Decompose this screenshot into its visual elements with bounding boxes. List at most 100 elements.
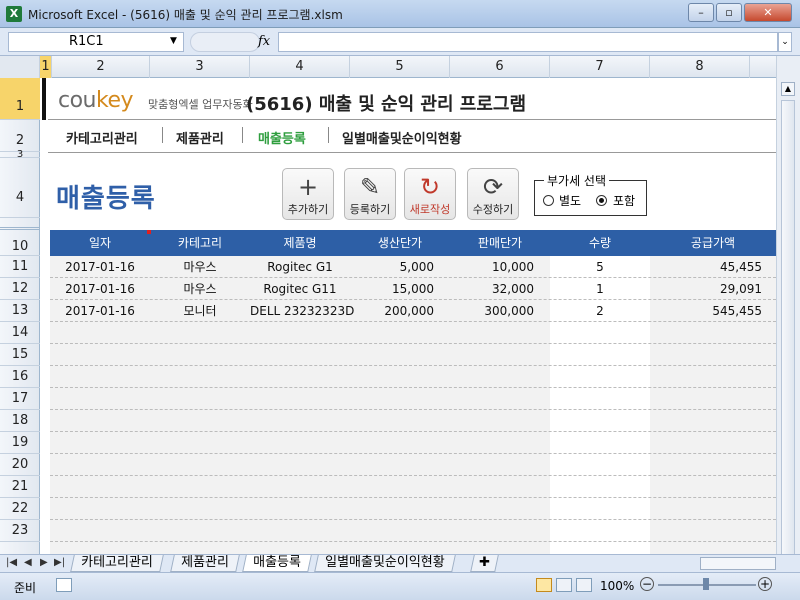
macro-record-icon[interactable] — [56, 578, 72, 592]
cell-supply[interactable]: 45,455 — [650, 256, 762, 278]
sheet-tab-daily[interactable]: 일별매출및순이익현황 — [314, 555, 456, 572]
nav-daily-report[interactable]: 일별매출및순이익현황 — [342, 128, 462, 147]
cell-date[interactable]: 2017-01-16 — [50, 256, 150, 278]
expand-formula-icon[interactable]: ⌄ — [778, 32, 792, 52]
vat-separate-radio[interactable] — [543, 195, 554, 206]
row-header[interactable]: 2 — [0, 120, 40, 152]
row-header[interactable]: 11 — [0, 256, 40, 278]
table-row[interactable] — [50, 322, 776, 344]
sheet-tab-category[interactable]: 카테고리관리 — [70, 555, 164, 572]
table-row[interactable] — [50, 344, 776, 366]
column-header[interactable]: 6 — [450, 56, 550, 78]
prev-sheet-icon[interactable]: ◀ — [24, 557, 32, 568]
formula-input[interactable] — [278, 32, 778, 52]
row-header[interactable]: 15 — [0, 344, 40, 366]
table-row[interactable]: 2017-01-16 마우스 Rogitec G1 5,000 10,000 5… — [50, 256, 776, 278]
cell-qty[interactable]: 1 — [550, 278, 650, 300]
restore-button[interactable]: ▫ — [716, 3, 742, 22]
vat-include-radio[interactable] — [596, 195, 607, 206]
row-header[interactable]: 19 — [0, 432, 40, 454]
sheet-tab-product[interactable]: 제품관리 — [170, 555, 240, 572]
row-header[interactable]: 12 — [0, 278, 40, 300]
row-header[interactable]: 22 — [0, 498, 40, 520]
vat-separate-label[interactable]: 별도 — [559, 192, 581, 209]
nav-product[interactable]: 제품관리 — [176, 128, 224, 147]
first-sheet-icon[interactable]: |◀ — [6, 557, 17, 568]
column-header[interactable]: 2 — [52, 56, 150, 78]
cell-cost[interactable]: 15,000 — [350, 278, 434, 300]
row-header[interactable]: 16 — [0, 366, 40, 388]
row-header[interactable]: 21 — [0, 476, 40, 498]
row-header[interactable]: 17 — [0, 388, 40, 410]
register-button[interactable]: ✎ 등록하기 — [344, 168, 396, 220]
nav-category[interactable]: 카테고리관리 — [66, 128, 138, 147]
add-button[interactable]: + 추가하기 — [282, 168, 334, 220]
cell-category[interactable]: 마우스 — [150, 256, 250, 278]
row-header[interactable]: 23 — [0, 520, 40, 542]
cell-product[interactable]: Rogitec G1 — [250, 256, 350, 278]
cell-product[interactable]: Rogitec G11 — [250, 278, 350, 300]
new-button[interactable]: ↻ 새로작성 — [404, 168, 456, 220]
cell-supply[interactable]: 29,091 — [650, 278, 762, 300]
page-break-icon[interactable] — [576, 578, 592, 592]
column-header[interactable]: 8 — [650, 56, 750, 78]
cell-cost[interactable]: 200,000 — [350, 300, 434, 322]
row-header[interactable]: 14 — [0, 322, 40, 344]
row-header[interactable]: 20 — [0, 454, 40, 476]
cell-date[interactable]: 2017-01-16 — [50, 300, 150, 322]
close-button[interactable]: ✕ — [744, 3, 792, 22]
last-sheet-icon[interactable]: ▶| — [54, 557, 65, 568]
row-header[interactable]: 4 — [0, 158, 40, 218]
selected-cell[interactable] — [42, 78, 46, 120]
cell-qty[interactable]: 2 — [550, 300, 650, 322]
cell-price[interactable]: 32,000 — [450, 278, 534, 300]
modify-button[interactable]: ⟳ 수정하기 — [467, 168, 519, 220]
chevron-down-icon[interactable]: ▼ — [170, 36, 177, 46]
excel-app-icon[interactable]: X — [6, 6, 22, 22]
normal-view-icon[interactable] — [536, 578, 552, 592]
cell-category[interactable]: 마우스 — [150, 278, 250, 300]
select-all-corner[interactable] — [0, 56, 40, 78]
table-row[interactable] — [50, 432, 776, 454]
zoom-slider-handle[interactable] — [703, 578, 709, 590]
table-row[interactable] — [50, 454, 776, 476]
page-layout-icon[interactable] — [556, 578, 572, 592]
horizontal-scrollbar[interactable] — [700, 557, 776, 570]
row-header[interactable]: 10 — [0, 230, 40, 256]
vertical-scrollbar[interactable]: ▲ — [776, 56, 800, 560]
next-sheet-icon[interactable]: ▶ — [40, 557, 48, 568]
table-row[interactable]: 2017-01-16 모니터 DELL 23232323D 200,000 30… — [50, 300, 776, 322]
row-header[interactable]: 13 — [0, 300, 40, 322]
nav-sales-register[interactable]: 매출등록 — [258, 128, 306, 147]
row-header[interactable]: 1 — [0, 78, 40, 120]
column-header[interactable]: 1 — [40, 56, 52, 78]
cell-price[interactable]: 10,000 — [450, 256, 534, 278]
table-row[interactable]: 2017-01-16 마우스 Rogitec G11 15,000 32,000… — [50, 278, 776, 300]
table-row[interactable] — [50, 476, 776, 498]
column-header[interactable]: 3 — [150, 56, 250, 78]
row-header[interactable]: 18 — [0, 410, 40, 432]
insert-function-icon[interactable]: fx — [258, 34, 270, 49]
table-row[interactable] — [50, 498, 776, 520]
minimize-button[interactable]: – — [688, 3, 714, 22]
table-row[interactable] — [50, 366, 776, 388]
zoom-in-icon[interactable]: + — [758, 577, 772, 591]
column-header[interactable]: 4 — [250, 56, 350, 78]
name-box[interactable]: R1C1 — [8, 32, 184, 52]
cell-product[interactable]: DELL 23232323D — [250, 300, 354, 322]
table-row[interactable] — [50, 410, 776, 432]
table-row[interactable] — [50, 388, 776, 410]
insert-sheet-icon[interactable]: ✚ — [470, 555, 499, 572]
zoom-out-icon[interactable]: − — [640, 577, 654, 591]
scroll-thumb[interactable] — [781, 100, 795, 560]
cell-price[interactable]: 300,000 — [450, 300, 534, 322]
sheet-tab-sales[interactable]: 매출등록 — [242, 555, 312, 572]
column-header[interactable]: 7 — [550, 56, 650, 78]
vat-include-label[interactable]: 포함 — [613, 192, 635, 209]
cell-cost[interactable]: 5,000 — [350, 256, 434, 278]
table-row[interactable] — [50, 520, 776, 542]
cell-date[interactable]: 2017-01-16 — [50, 278, 150, 300]
cell-category[interactable]: 모니터 — [150, 300, 250, 322]
column-header[interactable]: 5 — [350, 56, 450, 78]
cell-qty[interactable]: 5 — [550, 256, 650, 278]
